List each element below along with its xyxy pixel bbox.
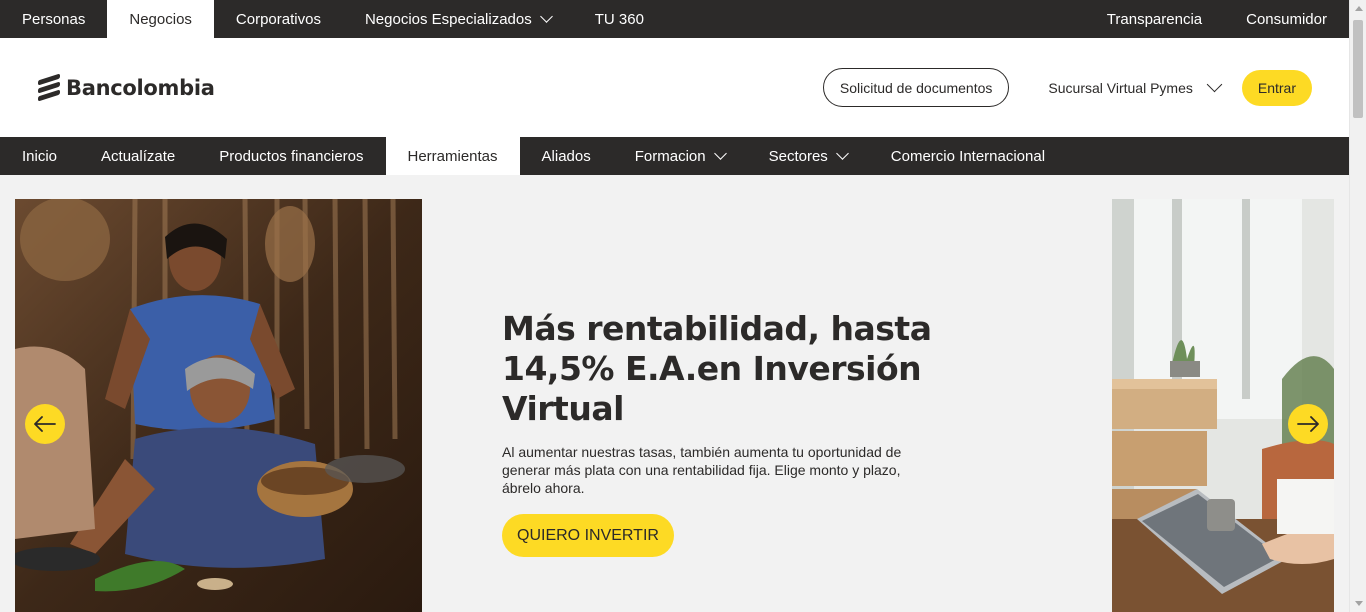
top-nav-label: TU 360 xyxy=(594,10,644,28)
top-nav-negocios[interactable]: Negocios xyxy=(107,0,214,38)
subnav-sectores[interactable]: Sectores xyxy=(747,137,869,175)
logo-text: Bancolombia xyxy=(66,75,215,100)
site-header: Bancolombia Solicitud de documentos Sucu… xyxy=(0,38,1349,137)
subnav-label: Aliados xyxy=(541,147,591,165)
hero-photo-women-cooking xyxy=(15,199,422,612)
bancolombia-logo[interactable]: Bancolombia xyxy=(38,73,215,102)
top-nav-corporativos[interactable]: Corporativos xyxy=(214,0,343,38)
login-button[interactable]: Entrar xyxy=(1241,69,1312,106)
subnav-productos-financieros[interactable]: Productos financieros xyxy=(197,137,385,175)
top-nav-label: Corporativos xyxy=(235,10,321,28)
hero-content: Más rentabilidad, hasta 14,5% E.A.en Inv… xyxy=(502,309,1042,557)
arrow-left-icon xyxy=(34,416,56,432)
top-nav-consumidor[interactable]: Consumidor xyxy=(1224,0,1349,38)
documents-request-button[interactable]: Solicitud de documentos xyxy=(822,68,1010,107)
page-scrollbar[interactable] xyxy=(1349,0,1366,612)
subnav-actualizate[interactable]: Actualízate xyxy=(79,137,197,175)
header-actions: Solicitud de documentos Sucursal Virtual… xyxy=(822,68,1312,107)
carousel-prev-button[interactable] xyxy=(25,404,65,444)
page: Personas Negocios Corporativos Negocios … xyxy=(0,0,1349,612)
top-nav-label: Consumidor xyxy=(1246,10,1327,28)
section-navigation: Inicio Actualízate Productos financieros… xyxy=(0,137,1349,175)
subnav-comercio-internacional[interactable]: Comercio Internacional xyxy=(869,137,1067,175)
hero-carousel: Más rentabilidad, hasta 14,5% E.A.en Inv… xyxy=(15,199,1334,612)
carousel-next-button[interactable] xyxy=(1288,404,1328,444)
top-nav-transparencia[interactable]: Transparencia xyxy=(1085,0,1224,38)
top-nav-label: Transparencia xyxy=(1106,10,1203,28)
scroll-down-icon[interactable] xyxy=(1350,595,1366,612)
top-nav-personas[interactable]: Personas xyxy=(0,0,107,38)
chevron-down-icon xyxy=(1206,76,1223,93)
top-nav-label: Negocios Especializados xyxy=(364,10,532,28)
hero-description: Al aumentar nuestras tasas, también aume… xyxy=(502,444,902,496)
subnav-label: Formacion xyxy=(634,147,706,165)
branch-selector-label: Sucursal Virtual Pymes xyxy=(1048,79,1193,96)
top-nav-label: Personas xyxy=(22,10,86,28)
branch-selector[interactable]: Sucursal Virtual Pymes xyxy=(1048,76,1223,96)
top-nav-right: Transparencia Consumidor xyxy=(1085,0,1349,38)
subnav-label: Actualízate xyxy=(101,147,176,165)
subnav-inicio[interactable]: Inicio xyxy=(0,137,79,175)
subnav-herramientas[interactable]: Herramientas xyxy=(385,137,520,175)
chevron-down-icon xyxy=(835,147,849,160)
subnav-label: Inicio xyxy=(22,147,58,165)
hero-title: Más rentabilidad, hasta 14,5% E.A.en Inv… xyxy=(502,309,932,428)
arrow-right-icon xyxy=(1297,416,1319,432)
scroll-up-icon[interactable] xyxy=(1350,0,1366,17)
chevron-down-icon xyxy=(713,147,727,160)
top-nav-left: Personas Negocios Corporativos Negocios … xyxy=(0,0,666,38)
scrollbar-thumb[interactable] xyxy=(1353,20,1363,118)
subnav-label: Comercio Internacional xyxy=(890,147,1046,165)
chevron-down-icon xyxy=(539,10,553,23)
logo-mark-icon xyxy=(38,73,60,102)
subnav-label: Sectores xyxy=(768,147,828,165)
subnav-label: Productos financieros xyxy=(219,147,364,165)
top-nav-label: Negocios xyxy=(129,10,192,28)
invest-cta-button[interactable]: QUIERO INVERTIR xyxy=(502,514,674,557)
top-navigation: Personas Negocios Corporativos Negocios … xyxy=(0,0,1349,38)
subnav-label: Herramientas xyxy=(407,147,498,165)
subnav-aliados[interactable]: Aliados xyxy=(520,137,613,175)
subnav-formacion[interactable]: Formacion xyxy=(613,137,747,175)
top-nav-tu-360[interactable]: TU 360 xyxy=(573,0,666,38)
top-nav-negocios-especializados[interactable]: Negocios Especializados xyxy=(343,0,573,38)
